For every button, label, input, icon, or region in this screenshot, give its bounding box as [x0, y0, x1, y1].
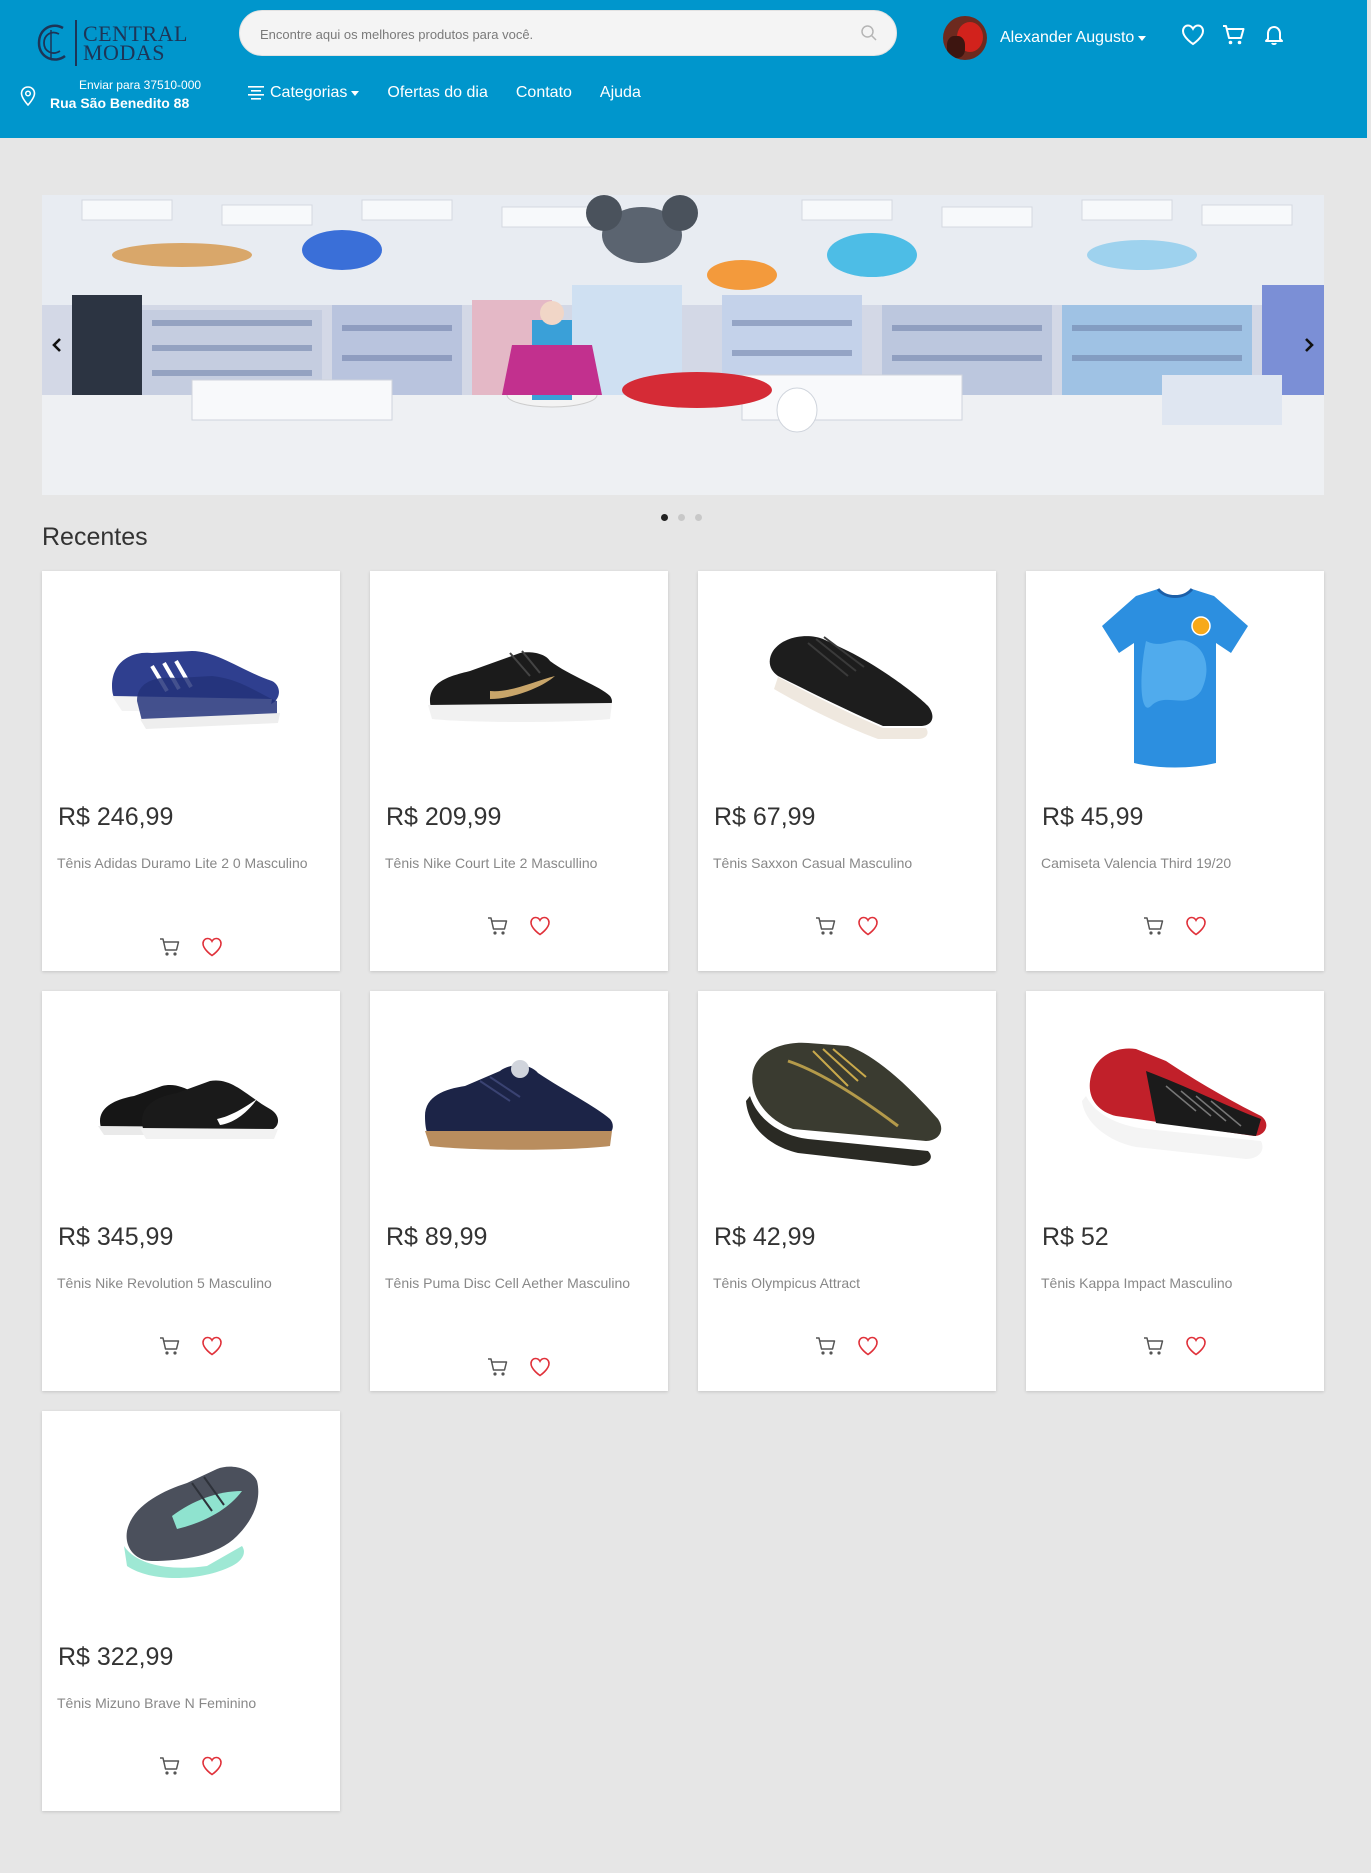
menu-lines-icon [248, 86, 264, 100]
nav-ajuda[interactable]: Ajuda [600, 84, 641, 102]
product-title[interactable]: Tênis Saxxon Casual Masculino [713, 853, 978, 874]
product-title[interactable]: Camiseta Valencia Third 19/20 [1041, 853, 1306, 874]
favorite-heart-icon[interactable] [1185, 916, 1207, 941]
product-card[interactable]: R$ 89,99 Tênis Puma Disc Cell Aether Mas… [370, 991, 668, 1391]
product-price: R$ 89,99 [386, 1223, 488, 1251]
favorite-heart-icon[interactable] [857, 916, 879, 941]
olive-sneaker-image [746, 1042, 942, 1166]
nav-categorias-label: Categorias [270, 84, 348, 101]
product-price: R$ 345,99 [58, 1223, 174, 1251]
product-price: R$ 209,99 [386, 803, 502, 831]
top-header: CENTRAL MODAS Enviar para 37510-000 Rua … [0, 0, 1367, 138]
black-gold-sneaker-image [428, 650, 612, 722]
cart-icon[interactable] [1222, 24, 1246, 51]
nav-categorias[interactable]: Categorias [248, 84, 360, 102]
add-to-cart-icon[interactable] [1143, 916, 1165, 941]
location-pin-icon [20, 86, 36, 111]
blue-sneaker-image [112, 651, 280, 729]
add-to-cart-icon[interactable] [487, 916, 509, 941]
carousel-dot-3[interactable] [695, 514, 702, 521]
avatar [943, 16, 987, 60]
grey-mint-sneaker-image [124, 1466, 259, 1579]
nav-ofertas[interactable]: Ofertas do dia [387, 84, 488, 102]
add-to-cart-icon[interactable] [1143, 1336, 1165, 1361]
product-title[interactable]: Tênis Kappa Impact Masculino [1041, 1273, 1306, 1294]
toy-store-banner-image [42, 195, 1324, 495]
product-card[interactable]: R$ 42,99 Tênis Olympicus Attract [698, 991, 996, 1391]
add-to-cart-icon[interactable] [159, 1336, 181, 1361]
brand-logo[interactable]: CENTRAL MODAS [33, 18, 188, 68]
search-bar [239, 10, 897, 57]
product-title[interactable]: Tênis Adidas Duramo Lite 2 0 Masculino [57, 853, 322, 874]
favorite-heart-icon[interactable] [529, 916, 551, 941]
add-to-cart-icon[interactable] [815, 916, 837, 941]
product-price: R$ 67,99 [714, 803, 816, 831]
product-title[interactable]: Tênis Olympicus Attract [713, 1273, 978, 1294]
add-to-cart-icon[interactable] [159, 1756, 181, 1781]
add-to-cart-icon[interactable] [487, 1357, 509, 1382]
favorite-heart-icon[interactable] [529, 1357, 551, 1382]
shipping-label: Enviar para 37510-000 [78, 78, 202, 92]
product-price: R$ 246,99 [58, 803, 174, 831]
product-card[interactable]: R$ 345,99 Tênis Nike Revolution 5 Mascul… [42, 991, 340, 1391]
carousel-next-button[interactable] [1294, 330, 1324, 360]
black-casual-sneaker-image [769, 636, 933, 739]
hero-carousel[interactable] [42, 195, 1324, 495]
add-to-cart-icon[interactable] [815, 1336, 837, 1361]
favorite-heart-icon[interactable] [201, 937, 223, 962]
product-card[interactable]: R$ 322,99 Tênis Mizuno Brave N Feminino [42, 1411, 340, 1811]
brand-monogram-icon [33, 20, 71, 66]
product-card[interactable]: R$ 52 Tênis Kappa Impact Masculino [1026, 991, 1324, 1391]
section-title: Recentes [42, 523, 148, 551]
chevron-right-icon [1305, 338, 1314, 352]
product-title[interactable]: Tênis Puma Disc Cell Aether Masculino [385, 1273, 650, 1294]
product-card[interactable]: R$ 45,99 Camiseta Valencia Third 19/20 [1026, 571, 1324, 971]
user-name: Alexander Augusto [1000, 29, 1135, 46]
add-to-cart-icon[interactable] [159, 937, 181, 962]
main-nav: Categorias Ofertas do dia Contato Ajuda [248, 84, 669, 102]
navy-sneaker-image [425, 1060, 613, 1150]
carousel-dot-2[interactable] [678, 514, 685, 521]
search-icon[interactable] [860, 24, 878, 47]
product-price: R$ 52 [1042, 1223, 1109, 1251]
black-white-sneaker-image [98, 1080, 279, 1139]
shipping-address[interactable]: Enviar para 37510-000 Rua São Benedito 8… [20, 78, 210, 114]
search-input[interactable] [258, 11, 852, 57]
red-black-sneaker-image [1082, 1048, 1267, 1159]
product-price: R$ 322,99 [58, 1643, 174, 1671]
favorite-heart-icon[interactable] [1185, 1336, 1207, 1361]
carousel-prev-button[interactable] [42, 330, 72, 360]
product-card[interactable]: R$ 246,99 Tênis Adidas Duramo Lite 2 0 M… [42, 571, 340, 971]
product-price: R$ 45,99 [1042, 803, 1144, 831]
product-title[interactable]: Tênis Nike Court Lite 2 Mascullino [385, 853, 650, 874]
heart-icon[interactable] [1181, 24, 1205, 51]
chevron-left-icon [52, 338, 61, 352]
favorite-heart-icon[interactable] [201, 1336, 223, 1361]
product-title[interactable]: Tênis Nike Revolution 5 Masculino [57, 1273, 322, 1294]
nav-contato[interactable]: Contato [516, 84, 572, 102]
chevron-down-icon [351, 90, 360, 96]
product-price: R$ 42,99 [714, 1223, 816, 1251]
carousel-dot-1[interactable] [661, 514, 668, 521]
product-card[interactable]: R$ 67,99 Tênis Saxxon Casual Masculino [698, 571, 996, 971]
chevron-down-icon [1138, 35, 1147, 41]
user-menu[interactable]: Alexander Augusto [943, 16, 1147, 60]
blue-jersey-image [1102, 587, 1248, 768]
shipping-street: Rua São Benedito 88 [50, 95, 190, 111]
product-title[interactable]: Tênis Mizuno Brave N Feminino [57, 1693, 322, 1714]
favorite-heart-icon[interactable] [201, 1756, 223, 1781]
favorite-heart-icon[interactable] [857, 1336, 879, 1361]
carousel-indicators [661, 514, 712, 521]
bell-icon[interactable] [1263, 24, 1285, 51]
product-card[interactable]: R$ 209,99 Tênis Nike Court Lite 2 Mascul… [370, 571, 668, 971]
